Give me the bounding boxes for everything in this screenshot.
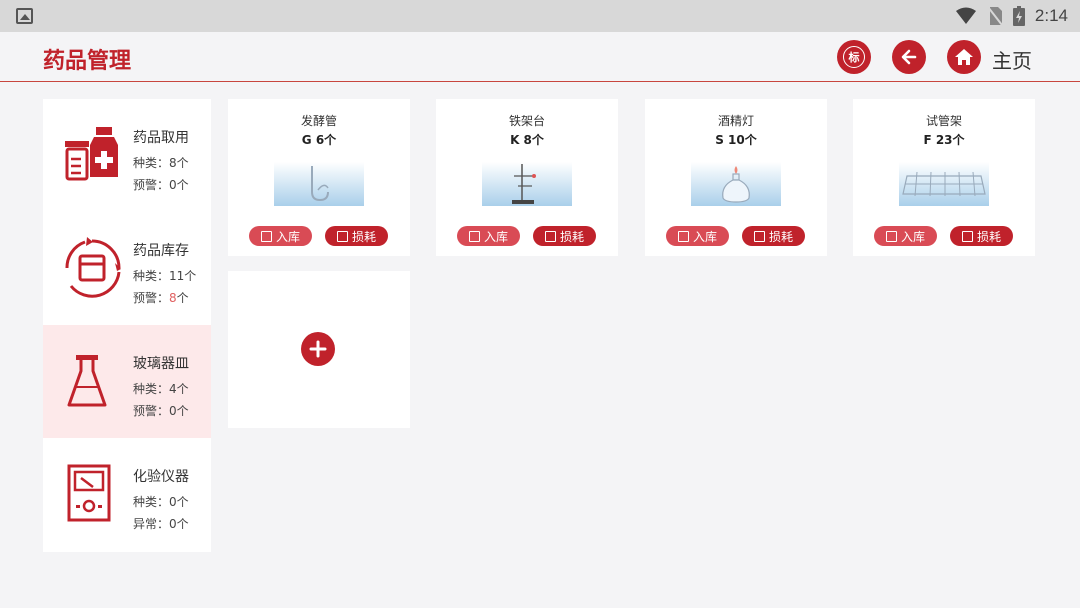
item-count: F 23个 <box>923 133 965 147</box>
stock-in-button[interactable]: 入库 <box>874 226 937 246</box>
alcohol-lamp-image <box>691 162 781 206</box>
warning-value: 8 <box>169 291 177 305</box>
item-count: K 8个 <box>510 133 544 147</box>
item-name: 试管架 <box>925 114 962 128</box>
stock-in-button[interactable]: 入库 <box>666 226 729 246</box>
stock-in-icon <box>677 230 689 242</box>
meter-icon <box>67 464 111 522</box>
tag-icon: 标 <box>843 46 865 68</box>
status-icons: 2:14 <box>955 0 1068 32</box>
sidebar-item-medicine-stock[interactable]: 药品库存 种类：11个 预警：8个 <box>43 212 211 325</box>
add-item-card[interactable] <box>228 271 410 428</box>
image-notification-icon <box>16 8 33 24</box>
inventory-box-icon <box>65 237 121 298</box>
plus-icon <box>309 340 327 358</box>
flask-icon <box>67 355 107 407</box>
loss-icon <box>961 230 973 242</box>
warning-count: 预警：8个 <box>133 291 189 305</box>
loss-button[interactable]: 损耗 <box>325 226 388 246</box>
warning-count: 预警：0个 <box>133 404 189 418</box>
iron-stand-image <box>482 162 572 206</box>
test-tube-rack-image <box>899 162 989 206</box>
sidebar-item-title: 药品库存 <box>133 243 189 259</box>
status-bar: 2:14 <box>0 0 1080 32</box>
stock-in-button[interactable]: 入库 <box>457 226 520 246</box>
warning-count: 预警：0个 <box>133 178 189 192</box>
item-name: 发酵管 <box>300 114 337 128</box>
item-card-test-tube-rack[interactable]: 试管架 F 23个 入库 损耗 <box>853 99 1035 256</box>
item-name: 酒精灯 <box>717 114 754 128</box>
stock-in-icon <box>260 230 272 242</box>
arrow-left-icon <box>901 49 917 65</box>
category-count: 种类：0个 <box>133 495 189 509</box>
fermentation-tube-image <box>274 162 364 206</box>
loss-button[interactable]: 损耗 <box>533 226 596 246</box>
tag-button[interactable]: 标 <box>837 40 871 74</box>
battery-icon <box>1012 6 1025 26</box>
sidebar-item-title: 玻璃器皿 <box>133 356 189 372</box>
stock-in-button[interactable]: 入库 <box>249 226 312 246</box>
loss-button[interactable]: 损耗 <box>742 226 805 246</box>
back-button[interactable] <box>892 40 926 74</box>
loss-icon <box>544 230 556 242</box>
item-count: G 6个 <box>301 133 337 147</box>
item-count: S 10个 <box>715 133 757 147</box>
loss-icon <box>336 230 348 242</box>
item-card-alcohol-lamp[interactable]: 酒精灯 S 10个 入库 损耗 <box>645 99 827 256</box>
loss-icon <box>753 230 765 242</box>
add-button[interactable] <box>301 332 335 366</box>
sidebar-item-title: 药品取用 <box>133 130 189 146</box>
sidebar-item-lab-instruments[interactable]: 化验仪器 种类：0个 异常：0个 <box>43 438 211 551</box>
wifi-icon <box>955 7 976 24</box>
abnormal-count: 异常：0个 <box>133 517 189 531</box>
home-button[interactable] <box>947 40 981 74</box>
category-count: 种类：4个 <box>133 382 189 396</box>
loss-button[interactable]: 损耗 <box>950 226 1013 246</box>
item-card-fermentation-tube[interactable]: 发酵管 G 6个 入库 损耗 <box>228 99 410 256</box>
item-card-iron-stand[interactable]: 铁架台 K 8个 入库 损耗 <box>436 99 618 256</box>
stock-in-icon <box>468 230 480 242</box>
no-sim-icon <box>987 6 1003 26</box>
page-title: 药品管理 <box>43 49 132 74</box>
sidebar-item-title: 化验仪器 <box>133 469 189 485</box>
home-label[interactable]: 主页 <box>992 45 1032 74</box>
app-header: 药品管理 标 主页 <box>0 32 1080 82</box>
home-icon <box>955 49 973 65</box>
category-count: 种类：11个 <box>133 269 197 283</box>
item-name: 铁架台 <box>508 114 545 128</box>
category-sidebar: 药品取用 种类：8个 预警：0个 药品库存 种类：11个 预警：8个 玻璃器皿 … <box>43 99 211 552</box>
sidebar-item-glassware[interactable]: 玻璃器皿 种类：4个 预警：0个 <box>43 325 211 438</box>
sidebar-item-medicine-use[interactable]: 药品取用 种类：8个 预警：0个 <box>43 99 211 212</box>
category-count: 种类：8个 <box>133 156 189 170</box>
stock-in-icon <box>885 230 897 242</box>
medicine-bottles-icon <box>65 127 118 181</box>
status-time: 2:14 <box>1034 6 1068 25</box>
